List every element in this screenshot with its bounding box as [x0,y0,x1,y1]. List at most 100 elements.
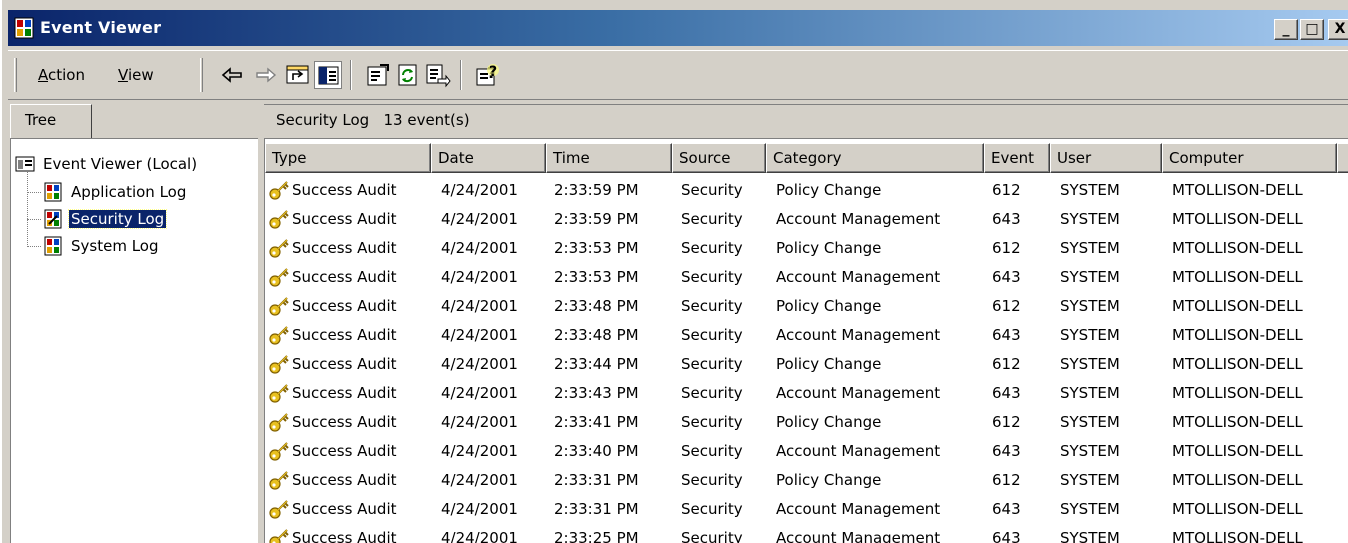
cell-date: 4/24/2001 [441,239,518,257]
cell-user: SYSTEM [1060,181,1120,199]
table-row[interactable]: Success Audit 4/24/2001 2:33:40 PM Security… [265,438,1348,467]
cell-category: Account Management [776,384,941,402]
cell-date: 4/24/2001 [441,355,518,373]
cell-type-text: Success Audit [292,442,397,460]
table-row[interactable]: Success Audit 4/24/2001 2:33:59 PM Security… [265,177,1348,206]
column-header-computer[interactable]: Computer [1162,143,1337,173]
cell-event: 612 [992,239,1021,257]
menu-action[interactable]: Action [38,66,85,84]
cell-category: Policy Change [776,297,882,315]
cell-category: Policy Change [776,413,882,431]
cell-type: Success Audit [267,323,397,347]
tree-item-label: Security Log [67,209,168,229]
cell-category: Account Management [776,268,941,286]
cell-type-text: Success Audit [292,529,397,543]
cell-computer: MTOLLISON-DELL [1172,413,1303,431]
cell-date: 4/24/2001 [441,384,518,402]
event-list: Type Date Time Source Category Event Use… [264,138,1348,543]
cell-type-text: Success Audit [292,268,397,286]
maximize-button[interactable]: □ [1300,19,1324,40]
table-row[interactable]: Success Audit 4/24/2001 2:33:43 PM Security… [265,380,1348,409]
cell-user: SYSTEM [1060,297,1120,315]
cell-type: Success Audit [267,352,397,376]
key-icon [269,471,289,490]
table-row[interactable]: Success Audit 4/24/2001 2:33:59 PM Security… [265,206,1348,235]
cell-user: SYSTEM [1060,326,1120,344]
column-header-date[interactable]: Date [431,143,546,173]
title-bar[interactable]: Event Viewer _ □ X [8,10,1348,46]
cell-event: 643 [992,210,1021,228]
tree-root-event-viewer[interactable]: Event Viewer (Local) [15,152,199,176]
menu-grip[interactable] [14,58,17,92]
table-row[interactable]: Success Audit 4/24/2001 2:33:48 PM Security… [265,322,1348,351]
cell-user: SYSTEM [1060,239,1120,257]
help-icon[interactable]: ?? [474,61,502,89]
key-icon [269,355,289,374]
tree-pane: Event Viewer (Local) Application Log Sec… [10,138,258,543]
up-level-icon[interactable] [284,61,312,89]
refresh-icon[interactable] [394,61,422,89]
key-icon [269,529,289,543]
export-list-icon[interactable] [424,61,452,89]
tree-item-label: Application Log [71,183,187,201]
cell-source: Security [681,384,743,402]
cell-event: 612 [992,413,1021,431]
cell-time: 2:33:53 PM [554,239,639,257]
menu-toolbar: Action View ?? [8,50,1348,100]
column-header-source[interactable]: Source [672,143,766,173]
cell-user: SYSTEM [1060,500,1120,518]
back-arrow-icon[interactable] [218,61,246,89]
toolbar-grip[interactable] [200,58,203,92]
cell-type-text: Success Audit [292,500,397,518]
cell-type: Success Audit [267,497,397,521]
column-header-filler [1337,143,1348,173]
cell-date: 4/24/2001 [441,413,518,431]
cell-time: 2:33:31 PM [554,500,639,518]
key-icon [269,326,289,345]
table-row[interactable]: Success Audit 4/24/2001 2:33:48 PM Security… [265,293,1348,322]
cell-computer: MTOLLISON-DELL [1172,181,1303,199]
table-row[interactable]: Success Audit 4/24/2001 2:33:31 PM Security… [265,496,1348,525]
cell-date: 4/24/2001 [441,210,518,228]
table-row[interactable]: Success Audit 4/24/2001 2:33:44 PM Security… [265,351,1348,380]
table-row[interactable]: Success Audit 4/24/2001 2:33:31 PM Security… [265,467,1348,496]
close-button[interactable]: X [1328,19,1348,40]
cell-user: SYSTEM [1060,442,1120,460]
minimize-button[interactable]: _ [1274,19,1298,40]
cell-user: SYSTEM [1060,268,1120,286]
table-row[interactable]: Success Audit 4/24/2001 2:33:53 PM Security… [265,264,1348,293]
cell-type: Success Audit [267,410,397,434]
cell-category: Account Management [776,500,941,518]
column-header-category[interactable]: Category [766,143,984,173]
tree-tab[interactable]: Tree [10,104,92,138]
menu-view[interactable]: View [118,66,154,84]
column-header-type[interactable]: Type [265,143,431,173]
menu-action-rest: ction [48,66,85,84]
tree-item-application-log[interactable]: Application Log [43,180,188,204]
cell-source: Security [681,239,743,257]
tree-item-system-log[interactable]: System Log [43,234,161,258]
show-hide-tree-icon[interactable] [314,61,342,89]
cell-type: Success Audit [267,236,397,260]
column-header-user[interactable]: User [1050,143,1162,173]
forward-arrow-icon[interactable] [252,61,280,89]
cell-source: Security [681,413,743,431]
key-icon [269,297,289,316]
table-row[interactable]: Success Audit 4/24/2001 2:33:53 PM Security… [265,235,1348,264]
table-row[interactable]: Success Audit 4/24/2001 2:33:41 PM Security… [265,409,1348,438]
cell-date: 4/24/2001 [441,268,518,286]
column-header-time[interactable]: Time [546,143,672,173]
menu-view-access-key: V [118,66,128,84]
list-description-bar: Security Log 13 event(s) [264,104,1348,138]
key-icon [269,442,289,461]
cell-date: 4/24/2001 [441,471,518,489]
cell-time: 2:33:25 PM [554,529,639,543]
column-header-event[interactable]: Event [984,143,1050,173]
tree-item-security-log[interactable]: Security Log [43,207,168,231]
properties-icon[interactable] [364,61,392,89]
log-icon [44,182,62,202]
cell-date: 4/24/2001 [441,529,518,543]
cell-type: Success Audit [267,207,397,231]
toolbar-separator [350,60,352,90]
table-row[interactable]: Success Audit 4/24/2001 2:33:25 PM Security… [265,525,1348,543]
